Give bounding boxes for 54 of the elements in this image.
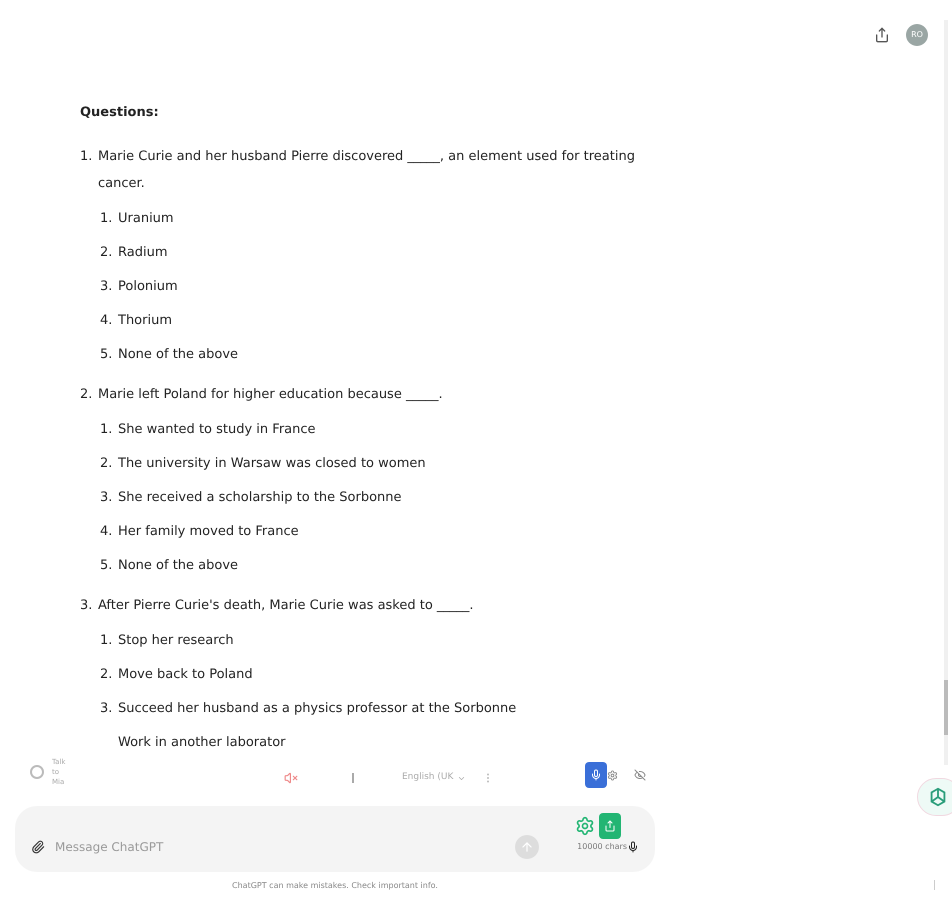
question-number: 1. (80, 148, 94, 166)
microphone-icon[interactable] (627, 841, 639, 853)
question-text: After Pierre Curie's death, Marie Curie was asked to _____. (98, 596, 475, 614)
option-text: Stop her research (118, 632, 234, 650)
share-icon[interactable] (874, 27, 890, 43)
option-number: 3. (100, 278, 112, 294)
question-text: Marie Curie and her husband Pierre discovered _____, an element used for treating cancer. (98, 148, 636, 192)
option-text: Uranium (118, 210, 174, 228)
option-number: 4. (100, 524, 112, 538)
option-text: None of the above (118, 346, 238, 364)
option-number: 1. (100, 210, 112, 226)
option-text: Polonium (118, 278, 178, 296)
message-input[interactable]: Message ChatGPT (55, 838, 515, 856)
option-number: 1. (100, 422, 112, 436)
option-text: The university in Warsaw was closed to women (118, 454, 426, 472)
mute-icon[interactable] (284, 771, 298, 785)
attach-icon[interactable] (31, 840, 45, 854)
option-text: Move back to Poland (118, 666, 253, 684)
question-number: 3. (80, 596, 94, 614)
microphone-icon (590, 769, 602, 781)
option-text: Radium (118, 244, 168, 262)
microphone-button[interactable] (585, 762, 607, 788)
option-text: None of the above (118, 556, 238, 574)
question-number: 2. (80, 386, 94, 404)
option-number: 4. (100, 312, 112, 328)
option-number: 3. (100, 700, 112, 716)
questions-heading: Questions: (80, 104, 160, 122)
option-text: Her family moved to France (118, 522, 299, 540)
option-number: 1. (100, 632, 112, 648)
loading-spinner-icon (30, 765, 44, 779)
option-number: 5. (100, 558, 112, 572)
disclaimer-text: ChatGPT can make mistakes. Check important info. (231, 880, 439, 892)
option-number: 5. (100, 346, 112, 362)
option-text: Succeed her husband as a physics professor at the Sorbonne (118, 700, 516, 718)
user-avatar[interactable]: RO (906, 24, 928, 46)
option-number: 2. (100, 456, 112, 470)
option-text: Thorium (118, 312, 172, 330)
settings-icon[interactable] (607, 770, 618, 780)
question-text: Marie left Poland for higher education because _____. (98, 386, 444, 404)
option-number: 2. (100, 244, 112, 260)
scrollbar-thumb[interactable] (944, 680, 948, 735)
share-button[interactable] (599, 813, 621, 839)
option-number: 2. (100, 666, 112, 682)
hide-icon[interactable] (634, 769, 646, 781)
language-select[interactable]: English (UK (402, 771, 466, 785)
share-icon (604, 820, 616, 832)
settings-icon[interactable] (575, 816, 595, 836)
assistant-bubble[interactable] (917, 778, 952, 816)
option-text: Work in another laborator (118, 734, 286, 752)
option-text: She wanted to study in France (118, 420, 316, 438)
option-text: She received a scholarship to the Sorbonne (118, 488, 402, 506)
char-count: 10000 chars (577, 841, 627, 853)
send-button[interactable] (515, 835, 539, 859)
option-number: 3. (100, 490, 112, 504)
